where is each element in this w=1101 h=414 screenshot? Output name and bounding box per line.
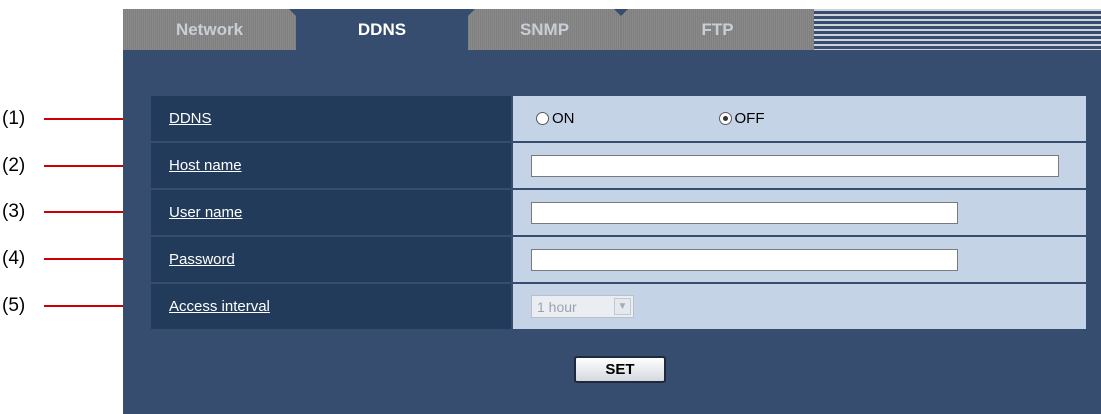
password-input[interactable] (531, 248, 958, 271)
host-name-label[interactable]: Host name (169, 157, 242, 174)
ddns-off-label: OFF (734, 110, 765, 127)
set-button[interactable]: SET (574, 356, 666, 383)
callout-3: (3) (0, 201, 154, 222)
ddns-row: DDNS ON OFF (151, 96, 1086, 141)
access-interval-row: Access interval 1 hour ▼ (151, 284, 1086, 329)
ddns-off-radio[interactable]: OFF (718, 110, 765, 127)
host-name-row: Host name (151, 143, 1086, 188)
access-interval-value: 1 hour (537, 298, 577, 315)
ddns-on-label: ON (552, 110, 575, 127)
user-name-row: User name (151, 190, 1086, 235)
ddns-label[interactable]: DDNS (169, 110, 212, 127)
tab-divider (614, 9, 628, 16)
tab-ddns[interactable]: DDNS (296, 9, 468, 50)
tab-bar: Network DDNS SNMP FTP (123, 9, 1101, 50)
password-label[interactable]: Password (169, 251, 235, 268)
radio-checked-icon[interactable] (718, 112, 732, 125)
chevron-down-icon[interactable]: ▼ (614, 298, 631, 315)
tab-ftp[interactable]: FTP (621, 9, 814, 50)
callout-number: (2) (2, 155, 26, 176)
radio-unchecked-icon[interactable] (536, 112, 549, 125)
tab-snmp[interactable]: SNMP (468, 9, 621, 50)
callout-number: (1) (2, 108, 26, 129)
tab-network[interactable]: Network (123, 9, 296, 50)
password-row: Password (151, 237, 1086, 282)
callout-4: (4) (0, 248, 154, 269)
password-label-cell: Password (151, 237, 511, 282)
tab-divider (289, 9, 303, 16)
access-interval-value-cell: 1 hour ▼ (513, 284, 1086, 329)
user-name-label-cell: User name (151, 190, 511, 235)
ddns-value-cell: ON OFF (513, 96, 1086, 141)
callout-number: (4) (2, 248, 26, 269)
callout-1: (1) (0, 108, 154, 129)
callout-2: (2) (0, 155, 154, 176)
tab-bar-filler (814, 9, 1101, 50)
user-name-value-cell (513, 190, 1086, 235)
password-value-cell (513, 237, 1086, 282)
access-interval-label-cell: Access interval (151, 284, 511, 329)
ddns-on-radio[interactable]: ON (536, 110, 575, 127)
ddns-settings-panel: DDNS ON OFF Host name User name Password… (123, 50, 1101, 414)
user-name-input[interactable] (531, 201, 958, 224)
callout-5: (5) (0, 295, 154, 316)
access-interval-label[interactable]: Access interval (169, 298, 270, 315)
user-name-label[interactable]: User name (169, 204, 242, 221)
access-interval-select[interactable]: 1 hour ▼ (531, 295, 634, 318)
callout-number: (3) (2, 201, 26, 222)
host-name-value-cell (513, 143, 1086, 188)
tab-divider (461, 9, 475, 16)
host-name-input[interactable] (531, 154, 1059, 177)
ddns-label-cell: DDNS (151, 96, 511, 141)
callout-number: (5) (2, 295, 26, 316)
host-name-label-cell: Host name (151, 143, 511, 188)
